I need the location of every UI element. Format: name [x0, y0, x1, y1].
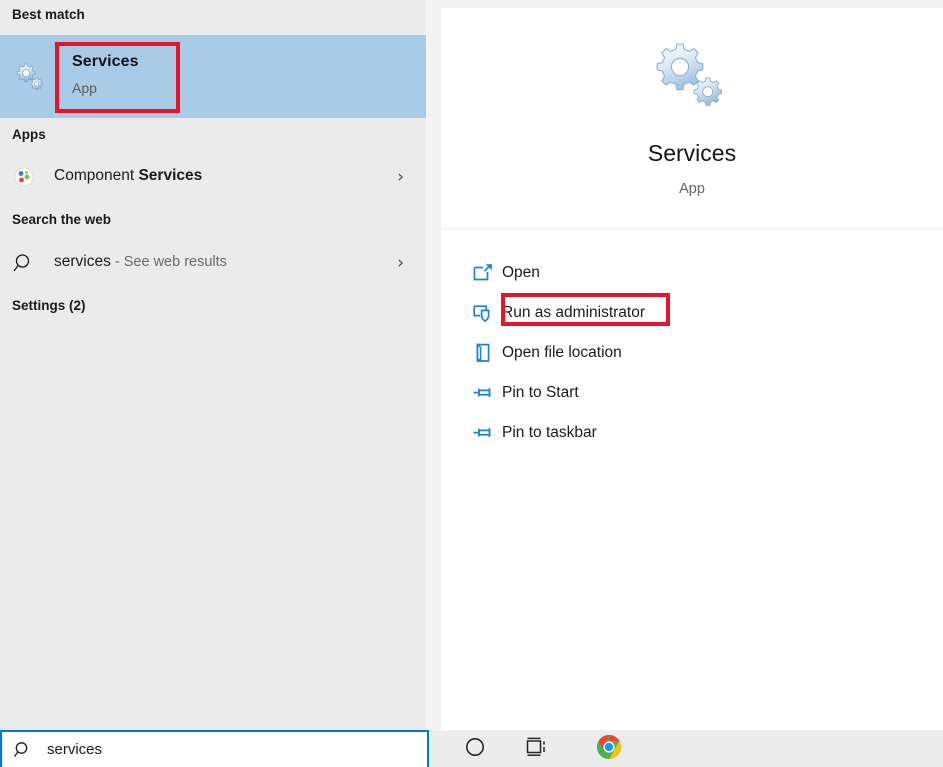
- open-window-icon: [471, 261, 495, 285]
- folder-open-icon: [471, 341, 495, 365]
- preview-divider: [441, 228, 943, 229]
- action-label-pin-to-start: Pin to Start: [502, 384, 579, 402]
- best-match-subtitle: App: [60, 71, 180, 96]
- result-row-web-search[interactable]: services - See web results ›: [0, 240, 426, 286]
- app-hero-header: Services App: [441, 8, 943, 228]
- services-gears-icon: [14, 62, 46, 92]
- task-view-icon: [525, 736, 549, 763]
- shield-window-icon: [471, 301, 495, 325]
- result-label-web-search: services - See web results: [54, 253, 227, 271]
- taskbar-item-chrome[interactable]: [589, 735, 629, 763]
- search-input[interactable]: services: [47, 741, 102, 758]
- app-preview-panel: Services App Open: [441, 8, 943, 730]
- result-row-component-services[interactable]: Component Services ›: [0, 154, 426, 200]
- search-results-panel: Best match: [0, 0, 426, 730]
- action-pin-to-taskbar[interactable]: Pin to taskbar: [441, 413, 943, 453]
- pin-icon: [471, 381, 495, 405]
- chevron-right-icon[interactable]: ›: [397, 167, 404, 187]
- section-header-settings: Settings (2): [0, 298, 86, 313]
- result-label-bold: Services: [138, 167, 202, 184]
- app-preview-title: Services: [441, 140, 943, 167]
- section-header-search-the-web: Search the web: [0, 212, 111, 227]
- best-match-text-block: Services App: [60, 47, 180, 118]
- web-suffix-text: - See web results: [111, 254, 227, 270]
- web-query-text: services: [54, 253, 111, 270]
- taskbar-item-task-view[interactable]: [517, 735, 557, 763]
- result-label-component-services: Component Services: [54, 167, 202, 185]
- action-open[interactable]: Open: [441, 253, 943, 293]
- search-icon: [13, 740, 33, 760]
- best-match-title: Services: [60, 47, 180, 71]
- taskbar-item-cortana[interactable]: [455, 735, 495, 763]
- chevron-right-icon[interactable]: ›: [397, 253, 404, 273]
- action-label-open: Open: [502, 264, 540, 282]
- action-label-pin-to-taskbar: Pin to taskbar: [502, 424, 597, 442]
- chrome-icon: [596, 734, 622, 765]
- app-preview-subtitle: App: [441, 181, 943, 197]
- app-actions-list: Open Run as administrator: [441, 253, 943, 453]
- windows-start-search-screen: Best match: [0, 0, 943, 767]
- section-header-apps: Apps: [0, 127, 46, 142]
- taskbar-search-box[interactable]: services: [0, 730, 429, 767]
- section-header-best-match: Best match: [0, 7, 85, 22]
- action-pin-to-start[interactable]: Pin to Start: [441, 373, 943, 413]
- search-icon: [12, 251, 36, 275]
- pin-icon: [471, 421, 495, 445]
- action-open-file-location[interactable]: Open file location: [441, 333, 943, 373]
- action-label-open-file-location: Open file location: [502, 344, 622, 362]
- action-run-as-administrator[interactable]: Run as administrator: [441, 293, 943, 333]
- action-label-run-as-administrator: Run as administrator: [502, 304, 645, 322]
- services-gears-icon: [653, 40, 731, 112]
- cortana-circle-icon: [464, 736, 486, 763]
- component-services-icon: [12, 165, 36, 189]
- best-match-result-services[interactable]: Services App: [0, 35, 426, 118]
- result-label-prefix: Component: [54, 167, 138, 184]
- taskbar: W: [429, 731, 943, 767]
